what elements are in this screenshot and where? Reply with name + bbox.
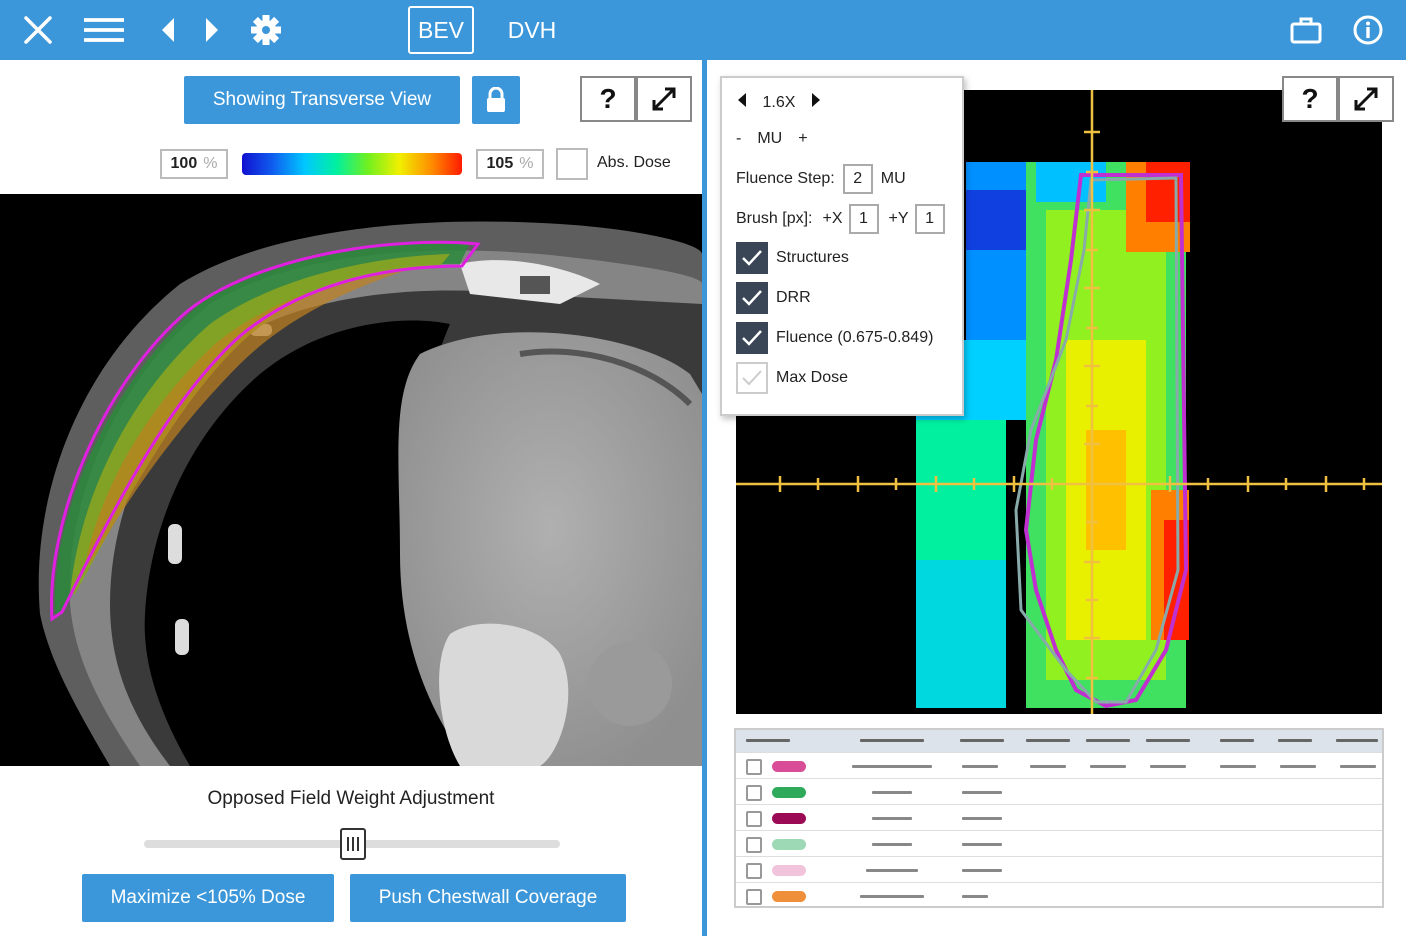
max-dose-label: Max Dose [776, 369, 849, 386]
info-icon[interactable] [1348, 10, 1388, 50]
table-row[interactable] [736, 882, 1382, 908]
max-dose-checkbox[interactable] [736, 362, 768, 394]
back-icon[interactable] [148, 10, 188, 50]
dose-colorbar [242, 153, 462, 175]
row-checkbox[interactable] [746, 837, 762, 853]
expand-button-left[interactable] [636, 76, 692, 122]
abs-dose-label: Abs. Dose [597, 154, 671, 171]
zoom-value: 1.6X [762, 93, 796, 111]
tab-bev[interactable]: BEV [408, 6, 474, 54]
close-icon[interactable] [18, 10, 58, 50]
mu-label: MU [757, 130, 783, 147]
top-bar: BEV DVH [0, 0, 1406, 60]
table-header [736, 730, 1382, 752]
table-row[interactable] [736, 856, 1382, 882]
structure-color-swatch [772, 839, 806, 850]
help-button-right[interactable]: ? [1282, 76, 1338, 122]
structures-option[interactable]: Structures [736, 242, 849, 274]
briefcase-icon[interactable] [1286, 10, 1326, 50]
table-row[interactable] [736, 830, 1382, 856]
structure-color-swatch [772, 891, 806, 902]
fluence-checkbox[interactable] [736, 322, 768, 354]
structure-table [734, 728, 1384, 908]
dose-max-value: 105 [486, 155, 514, 172]
help-button-left[interactable]: ? [580, 76, 636, 122]
row-checkbox[interactable] [746, 785, 762, 801]
dose-min-unit: % [203, 155, 218, 172]
ct-transverse-view[interactable] [0, 194, 702, 766]
fluence-step-row: Fluence Step: 2 MU [736, 164, 906, 194]
maximize-dose-button[interactable]: Maximize <105% Dose [82, 874, 334, 922]
brush-x-input[interactable]: 1 [848, 204, 879, 234]
structures-label: Structures [776, 249, 849, 266]
structure-color-swatch [772, 813, 806, 824]
dose-min-field[interactable]: 100 % [160, 149, 228, 179]
fluence-step-input[interactable]: 2 [842, 164, 873, 194]
tab-dvh[interactable]: DVH [500, 6, 564, 54]
brush-label: Brush [px]: [736, 210, 813, 227]
expand-button-right[interactable] [1338, 76, 1394, 122]
mu-row: - MU + [736, 130, 808, 148]
row-checkbox[interactable] [746, 811, 762, 827]
zoom-row: 1.6X [736, 92, 822, 113]
fluence-option[interactable]: Fluence (0.675-0.849) [736, 322, 933, 354]
row-checkbox[interactable] [746, 863, 762, 879]
drr-label: DRR [776, 289, 811, 306]
dose-min-value: 100 [170, 155, 198, 172]
structure-color-swatch [772, 761, 806, 772]
menu-icon[interactable] [84, 10, 124, 50]
forward-icon[interactable] [192, 10, 232, 50]
dose-max-field[interactable]: 105 % [476, 149, 544, 179]
brush-y-label: +Y [888, 210, 909, 227]
mu-minus-button[interactable]: - [736, 130, 741, 148]
dose-max-unit: % [519, 155, 534, 172]
brush-row: Brush [px]: +X 1 +Y 1 [736, 204, 945, 234]
max-dose-option[interactable]: Max Dose [736, 362, 848, 394]
view-toggle-button[interactable]: Showing Transverse View [184, 76, 460, 124]
fluence-step-label: Fluence Step: [736, 170, 835, 187]
brush-x-label: +X [822, 210, 843, 227]
zoom-decrease-icon[interactable] [736, 92, 748, 113]
structure-color-swatch [772, 865, 806, 876]
push-chestwall-button[interactable]: Push Chestwall Coverage [350, 874, 626, 922]
drr-option[interactable]: DRR [736, 282, 811, 314]
fluence-label: Fluence (0.675-0.849) [776, 329, 934, 346]
panel-divider [702, 60, 707, 936]
row-checkbox[interactable] [746, 759, 762, 775]
slider-title: Opposed Field Weight Adjustment [207, 788, 495, 809]
table-row[interactable] [736, 804, 1382, 830]
lock-button[interactable] [472, 76, 520, 124]
abs-dose-checkbox[interactable] [556, 148, 588, 180]
gear-icon[interactable] [246, 10, 286, 50]
table-row[interactable] [736, 752, 1382, 778]
brush-y-input[interactable]: 1 [914, 204, 945, 234]
drr-checkbox[interactable] [736, 282, 768, 314]
table-row[interactable] [736, 778, 1382, 804]
field-weight-slider-thumb[interactable] [340, 828, 366, 860]
mu-plus-button[interactable]: + [798, 130, 807, 148]
structure-color-swatch [772, 787, 806, 798]
bev-settings-popup: 1.6X - MU + Fluence Step: 2 MU Brush [px… [720, 76, 964, 416]
fluence-step-unit: MU [880, 170, 906, 187]
row-checkbox[interactable] [746, 889, 762, 905]
expand-icon [652, 87, 676, 111]
zoom-increase-icon[interactable] [810, 92, 822, 113]
expand-icon [1354, 87, 1378, 111]
structures-checkbox[interactable] [736, 242, 768, 274]
lock-icon [487, 87, 505, 112]
